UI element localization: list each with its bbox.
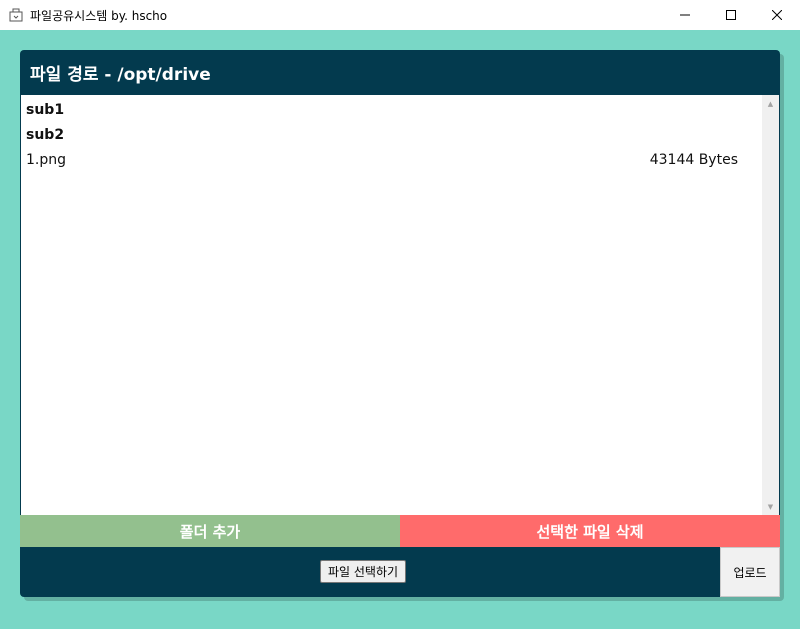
app-icon bbox=[8, 7, 24, 23]
maximize-icon bbox=[726, 10, 736, 20]
file-list-items: sub1 sub2 1.png 43144 Bytes bbox=[21, 95, 762, 515]
maximize-button[interactable] bbox=[708, 0, 754, 30]
file-name: 1.png bbox=[26, 151, 67, 168]
vertical-scrollbar[interactable]: ▲ ▼ bbox=[762, 95, 779, 515]
delete-selected-button[interactable]: 선택한 파일 삭제 bbox=[400, 515, 780, 547]
window-titlebar: 파일공유시스템 by. hscho bbox=[0, 0, 800, 30]
file-name: sub2 bbox=[26, 126, 65, 143]
choose-file-button[interactable]: 파일 선택하기 bbox=[320, 560, 407, 583]
scroll-down-icon[interactable]: ▼ bbox=[762, 498, 779, 515]
upload-bar: 파일 선택하기 업로드 bbox=[20, 547, 780, 597]
file-panel: 파일 경로 - /opt/drive sub1 sub2 1.png 43144… bbox=[20, 50, 780, 597]
client-area: 파일 경로 - /opt/drive sub1 sub2 1.png 43144… bbox=[0, 30, 800, 629]
list-item-1-png[interactable]: 1.png 43144 Bytes bbox=[21, 147, 762, 172]
file-size: 43144 Bytes bbox=[649, 151, 738, 168]
window-title: 파일공유시스템 by. hscho bbox=[30, 8, 168, 23]
close-button[interactable] bbox=[754, 0, 800, 30]
add-folder-button[interactable]: 폴더 추가 bbox=[20, 515, 400, 547]
list-item-sub2[interactable]: sub2 bbox=[21, 122, 762, 147]
minimize-button[interactable] bbox=[662, 0, 708, 30]
minimize-icon bbox=[680, 14, 690, 16]
scroll-up-icon[interactable]: ▲ bbox=[762, 95, 779, 112]
panel-title: 파일 경로 - /opt/drive bbox=[30, 64, 211, 85]
close-icon bbox=[772, 10, 782, 20]
action-bar: 폴더 추가 선택한 파일 삭제 bbox=[20, 515, 780, 547]
file-name: sub1 bbox=[26, 101, 65, 118]
upload-button[interactable]: 업로드 bbox=[720, 547, 780, 597]
window-controls bbox=[662, 0, 800, 30]
file-list[interactable]: sub1 sub2 1.png 43144 Bytes ▲ ▼ bbox=[21, 95, 779, 515]
list-item-sub1[interactable]: sub1 bbox=[21, 97, 762, 122]
